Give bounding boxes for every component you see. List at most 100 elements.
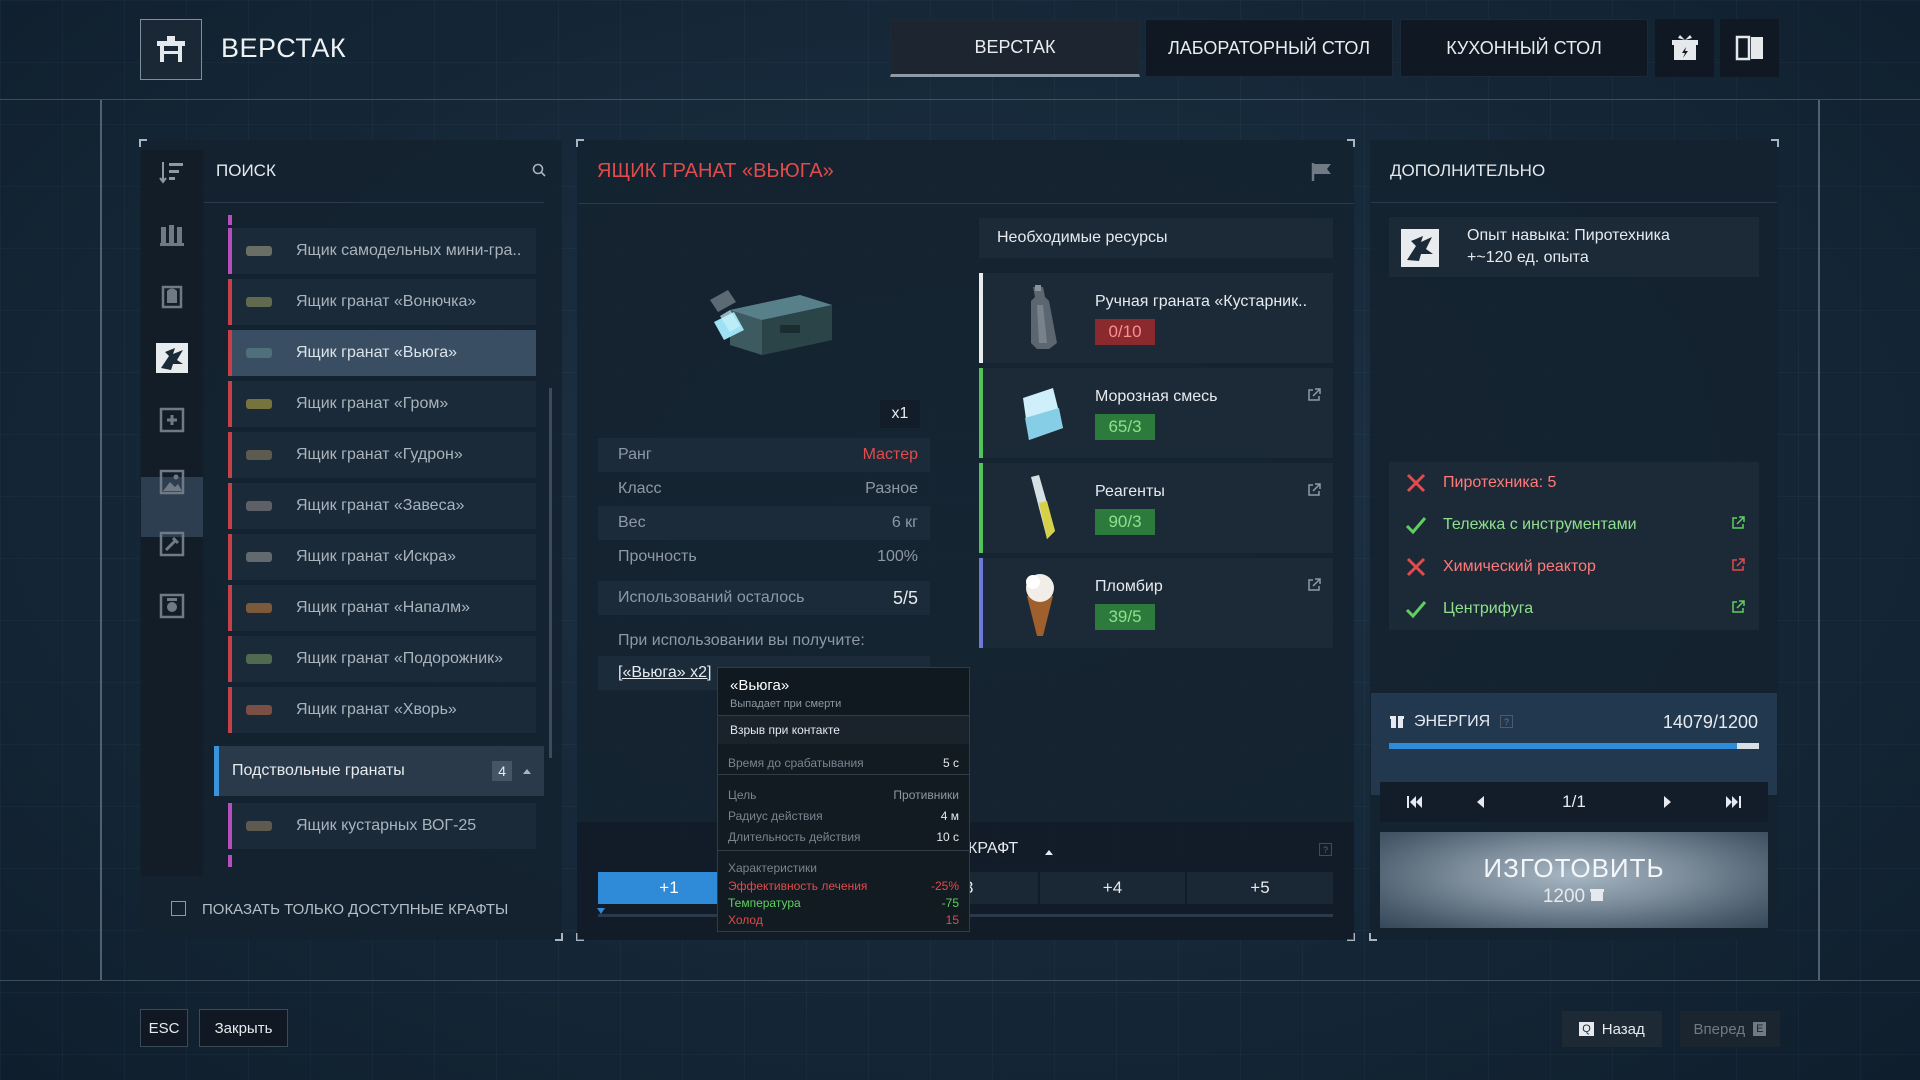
- resource-name: Реагенты: [1095, 483, 1165, 500]
- category-image-icon[interactable]: [155, 465, 189, 499]
- recipe-list-item[interactable]: Ящик гранат «Хворь»: [228, 687, 536, 733]
- tab-workbench[interactable]: ВЕРСТАК: [890, 19, 1140, 77]
- stat-value: 100%: [877, 548, 918, 565]
- next-page-icon[interactable]: [1643, 782, 1693, 822]
- forward-button[interactable]: Вперед E: [1680, 1011, 1780, 1047]
- resource-row: Пломбир 39/5: [979, 558, 1333, 648]
- last-page-icon[interactable]: [1708, 782, 1758, 822]
- category-medical-icon[interactable]: [155, 403, 189, 437]
- list-accent: [228, 215, 232, 225]
- category-ammo-icon[interactable]: [155, 217, 189, 251]
- recipe-title: ЯЩИК ГРАНАТ «ВЬЮГА»: [597, 160, 834, 182]
- uses-left-label: Использований осталось: [618, 589, 805, 606]
- craft-slider-handle[interactable]: [596, 902, 606, 920]
- tooltip-row-value: 4 м: [940, 809, 959, 823]
- recipe-list-item[interactable]: Ящик самодельных мини-гра..: [228, 228, 536, 274]
- energy-value: 14079/1200: [1662, 712, 1758, 732]
- stat-value: Мастер: [862, 446, 918, 463]
- help-icon[interactable]: ?: [1319, 843, 1332, 856]
- prev-page-icon[interactable]: [1455, 782, 1505, 822]
- item-preview-image: [700, 270, 840, 370]
- resource-name: Морозная смесь: [1095, 388, 1218, 405]
- stat-row: Ранг Мастер: [598, 438, 930, 472]
- skill-xp-title: Опыт навыка: Пиротехника: [1467, 227, 1670, 244]
- resource-accent-bar: [979, 368, 983, 458]
- recipe-list-item[interactable]: Ящик гранат «Искра»: [228, 534, 536, 580]
- esc-key[interactable]: ESC: [140, 1009, 188, 1047]
- additional-title: ДОПОЛНИТЕЛЬНО: [1390, 161, 1546, 180]
- recipe-list-item[interactable]: Ящик гранат «Вонючка»: [228, 279, 536, 325]
- tooltip-char-value: -25%: [930, 879, 959, 893]
- recipe-list-item[interactable]: Ящик гранат «Завеса»: [228, 483, 536, 529]
- tooltip-row: Длительность действия 10 с: [728, 830, 959, 844]
- tooltip-title: «Вьюга»: [730, 677, 790, 694]
- divider: [718, 774, 969, 775]
- requirement-row[interactable]: Центрифуга: [1389, 589, 1759, 629]
- available-only-checkbox[interactable]: [171, 901, 186, 916]
- resource-count-badge: 0/10: [1095, 319, 1155, 345]
- recipe-list-item[interactable]: Ящик гранат «Вьюга»: [228, 330, 536, 376]
- stat-key: Вес: [618, 514, 646, 531]
- search-icon[interactable]: [532, 163, 546, 182]
- recipe-list-item[interactable]: Ящик гранат «Подорожник»: [228, 636, 536, 682]
- external-link-icon[interactable]: [1307, 388, 1321, 407]
- resource-accent-bar: [979, 558, 983, 648]
- tab-lab-table[interactable]: ЛАБОРАТОРНЫЙ СТОЛ: [1145, 19, 1393, 77]
- check-icon: [1405, 514, 1427, 536]
- craft-step-3[interactable]: 3: [960, 872, 1038, 904]
- category-misc-icon[interactable]: [155, 589, 189, 623]
- resource-count-badge: 90/3: [1095, 509, 1155, 535]
- stat-row: Прочность 100%: [598, 540, 930, 574]
- first-page-icon[interactable]: [1390, 782, 1440, 822]
- craft-cost: 1200: [1543, 886, 1605, 908]
- recipe-list-item-label: Ящик гранат «Хворь»: [296, 701, 457, 718]
- frame-edge: [1818, 100, 1820, 980]
- grenade-box-icon: [246, 552, 272, 562]
- category-tools-icon[interactable]: [155, 527, 189, 561]
- category-explosives-icon[interactable]: [155, 341, 189, 375]
- forward-label: Вперед: [1693, 1020, 1746, 1038]
- external-link-icon[interactable]: [1731, 599, 1745, 619]
- tooltip-char-value: -75: [941, 896, 959, 910]
- gift-icon[interactable]: [1655, 19, 1714, 77]
- requirement-row[interactable]: Тележка с инструментами: [1389, 505, 1759, 545]
- requirement-row: Пиротехника: 5: [1389, 463, 1759, 503]
- subgroup-underbarrel-grenades[interactable]: Подствольные гранаты 4: [214, 746, 544, 796]
- craft-step-plus-5[interactable]: +5: [1187, 872, 1333, 904]
- recipe-list-item[interactable]: Ящик гранат «Напалм»: [228, 585, 536, 631]
- energy-help-icon[interactable]: ?: [1500, 715, 1513, 728]
- craft-step-plus-4[interactable]: +4: [1040, 872, 1185, 904]
- craft-cost-value: 1200: [1542, 885, 1586, 907]
- sort-icon[interactable]: [155, 155, 189, 189]
- close-button[interactable]: Закрыть: [199, 1009, 288, 1047]
- external-link-icon[interactable]: [1307, 578, 1321, 597]
- tab-kitchen-table[interactable]: КУХОННЫЙ СТОЛ: [1400, 19, 1648, 77]
- recipe-list-item[interactable]: Ящик кустарных ВОГ-25: [228, 803, 536, 849]
- category-armor-icon[interactable]: [155, 279, 189, 313]
- recipe-list-item[interactable]: Ящик гранат «Гром»: [228, 381, 536, 427]
- rarity-bar: [228, 534, 232, 580]
- recipe-list-item-label: Ящик самодельных мини-гра..: [296, 242, 522, 259]
- resource-image: [1009, 283, 1069, 353]
- tooltip-row-key: Цель: [728, 788, 757, 802]
- resources-header: Необходимые ресурсы: [979, 218, 1333, 258]
- flag-icon[interactable]: [1311, 162, 1333, 187]
- list-scrollbar[interactable]: [549, 388, 552, 758]
- external-link-icon[interactable]: [1731, 515, 1745, 535]
- book-icon[interactable]: [1720, 19, 1779, 77]
- tooltip-char-row: Холод 15: [728, 913, 959, 927]
- resource-name: Пломбир: [1095, 578, 1163, 595]
- divider: [0, 99, 1920, 100]
- divider: [718, 850, 969, 851]
- rarity-bar: [228, 483, 232, 529]
- external-link-icon[interactable]: [1307, 483, 1321, 502]
- category-rail: [141, 150, 203, 876]
- on-use-item-link[interactable]: [«Вьюга» x2]: [618, 664, 711, 682]
- back-button[interactable]: Q Назад: [1562, 1011, 1662, 1047]
- external-link-icon[interactable]: [1731, 557, 1745, 577]
- workbench-icon: [140, 19, 202, 80]
- craft-button[interactable]: ИЗГОТОВИТЬ 1200: [1380, 832, 1768, 928]
- available-only-label: ПОКАЗАТЬ ТОЛЬКО ДОСТУПНЫЕ КРАФТЫ: [202, 901, 509, 918]
- requirement-row[interactable]: Химический реактор: [1389, 547, 1759, 587]
- recipe-list-item[interactable]: Ящик гранат «Гудрон»: [228, 432, 536, 478]
